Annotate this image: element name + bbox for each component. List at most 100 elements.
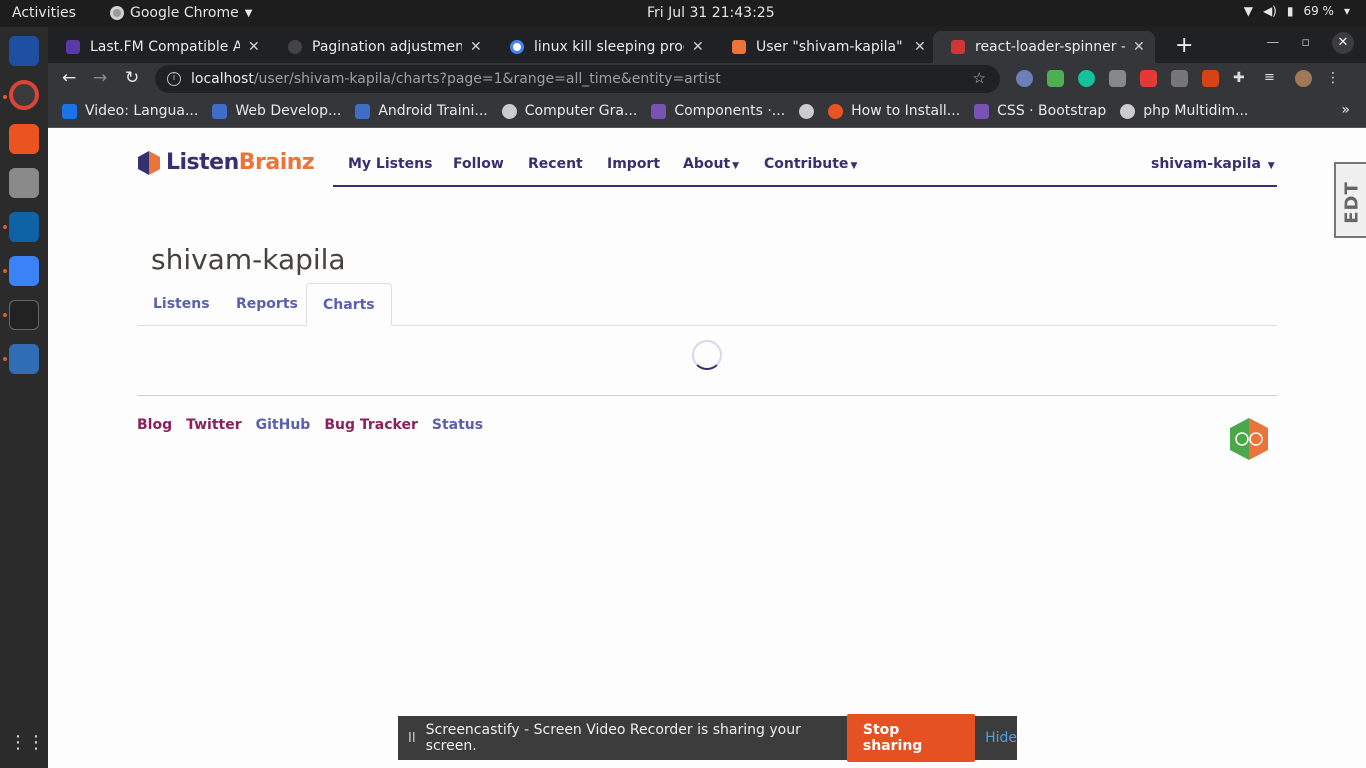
bookmark[interactable]: Components ·... <box>651 103 785 119</box>
bookmark[interactable]: Video: Langua... <box>62 103 198 119</box>
pause-icon: II <box>408 730 416 746</box>
npm-icon <box>951 40 965 54</box>
bookmark-label: Components ·... <box>674 103 786 119</box>
edt-badge-label: EDT <box>1341 181 1363 224</box>
bookmark[interactable]: Computer Gra... <box>501 103 638 119</box>
new-tab-button[interactable]: + <box>1175 33 1193 58</box>
browser-tab[interactable]: Last.FM Compatible AP ✕ <box>48 31 270 63</box>
status-area[interactable]: ▼ ◀) ▮ 69 % ▾ <box>1244 4 1350 18</box>
address-bar[interactable]: i localhost/user/shivam-kapila/charts?pa… <box>155 65 1000 93</box>
bookmark[interactable]: How to Install... <box>828 103 960 119</box>
dock: ⋮⋮ <box>0 27 48 768</box>
running-indicator <box>3 225 7 229</box>
nav-my-listens[interactable]: My Listens <box>348 156 432 172</box>
bookmark[interactable]: Web Develop... <box>212 103 341 119</box>
nav-import[interactable]: Import <box>607 156 660 172</box>
close-icon[interactable]: ✕ <box>914 39 926 55</box>
chrome-dock-icon[interactable] <box>9 80 39 110</box>
browser-tab-active[interactable]: react-loader-spinner - n ✕ <box>933 31 1155 63</box>
caret-down-icon: ▼ <box>732 161 740 171</box>
star-icon[interactable]: ☆ <box>973 69 986 87</box>
stop-sharing-button[interactable]: Stop sharing <box>846 714 976 762</box>
logo-text-brainz: Brainz <box>238 150 315 175</box>
show-apps-icon[interactable]: ⋮⋮ <box>9 732 45 762</box>
nav-about[interactable]: About ▼ <box>683 156 739 172</box>
grammarly-icon[interactable] <box>1078 70 1095 87</box>
metabrainz-icon[interactable] <box>1230 418 1268 460</box>
footer-links: Blog Twitter GitHub Bug Tracker Status <box>137 417 483 433</box>
footer-twitter-link[interactable]: Twitter <box>186 417 242 433</box>
edt-extension-badge[interactable]: EDT <box>1334 162 1366 238</box>
nav-contribute[interactable]: Contribute ▼ <box>764 156 857 172</box>
bookmark-label: How to Install... <box>851 103 961 119</box>
screencastify-sharing-bar: II Screencastify - Screen Video Recorder… <box>398 714 1017 762</box>
cloud-icon[interactable] <box>9 256 39 286</box>
firefox-icon[interactable] <box>9 36 39 66</box>
bookmark-label: Android Traini... <box>378 103 488 119</box>
bookmark-label: CSS · Bootstrap <box>997 103 1107 119</box>
software-icon[interactable] <box>9 124 39 154</box>
url-host: localhost <box>191 71 254 87</box>
close-icon[interactable]: ✕ <box>470 39 482 55</box>
terminal-icon[interactable] <box>9 300 39 330</box>
bookmark[interactable] <box>799 103 815 119</box>
close-icon[interactable]: ✕ <box>692 39 704 55</box>
browser-tab[interactable]: Pagination adjustment ✕ <box>270 31 492 63</box>
close-window-icon[interactable]: ✕ <box>1332 32 1354 54</box>
bookmark[interactable]: CSS · Bootstrap <box>974 103 1106 119</box>
bookmark[interactable]: php Multidim... <box>1120 103 1248 119</box>
tab-reports[interactable]: Reports <box>220 283 314 326</box>
battery-percent: 69 % <box>1303 4 1334 18</box>
bookmarks-more-button[interactable]: » <box>1341 102 1350 118</box>
reload-icon[interactable]: ↻ <box>125 68 139 88</box>
extension-icon[interactable] <box>1109 70 1126 87</box>
extension-icon[interactable] <box>1047 70 1064 87</box>
app-menu[interactable]: Google Chrome ▼ <box>110 5 252 21</box>
forward-icon[interactable]: → <box>93 68 107 88</box>
vscode-icon[interactable] <box>9 212 39 242</box>
avatar[interactable] <box>1295 70 1312 87</box>
caret-down-icon: ▼ <box>850 161 858 171</box>
extension-icon[interactable] <box>1202 70 1219 87</box>
extension-icon[interactable] <box>1171 70 1188 87</box>
tab-title: User "shivam-kapila" - L <box>756 39 906 55</box>
bookmark-label: Video: Langua... <box>85 103 199 119</box>
close-icon[interactable]: ✕ <box>1133 39 1145 55</box>
info-icon[interactable]: i <box>167 72 181 86</box>
browser-tab[interactable]: User "shivam-kapila" - L ✕ <box>714 31 936 63</box>
globe-icon <box>799 103 815 119</box>
tab-charts[interactable]: Charts <box>306 283 392 326</box>
hide-button[interactable]: Hide <box>985 730 1017 746</box>
nav-follow[interactable]: Follow <box>453 156 504 172</box>
puzzle-icon[interactable]: ✚ <box>1233 70 1250 87</box>
text-editor-icon[interactable] <box>9 344 39 374</box>
listenbrainz-logo[interactable]: ListenBrainz <box>138 150 315 175</box>
google-icon <box>510 40 524 54</box>
logo-mark-icon <box>138 150 160 175</box>
tab-title: Last.FM Compatible AP <box>90 39 240 55</box>
browser-tab[interactable]: linux kill sleeping proce ✕ <box>492 31 714 63</box>
minimize-icon[interactable]: — <box>1266 35 1279 54</box>
screencastify-icon[interactable] <box>1140 70 1157 87</box>
activities-button[interactable]: Activities <box>12 5 76 21</box>
bookmark-icon <box>62 103 77 119</box>
footer-blog-link[interactable]: Blog <box>137 417 172 433</box>
nav-recent[interactable]: Recent <box>528 156 583 172</box>
footer-status-link[interactable]: Status <box>432 417 483 433</box>
close-icon[interactable]: ✕ <box>248 39 260 55</box>
clock[interactable]: Fri Jul 31 21:43:25 <box>647 5 775 21</box>
media-icon[interactable]: ≡ <box>1264 70 1281 87</box>
page-content: ListenBrainz My Listens Follow Recent Im… <box>48 128 1366 768</box>
files-icon[interactable] <box>9 168 39 198</box>
bookmark[interactable]: Android Traini... <box>355 103 488 119</box>
tab-listens[interactable]: Listens <box>137 283 226 326</box>
menu-icon[interactable]: ⋮ <box>1326 70 1343 87</box>
bookmark-label: Computer Gra... <box>524 103 638 119</box>
extension-icon[interactable] <box>1016 70 1033 87</box>
user-menu[interactable]: shivam-kapila ▼ <box>1151 156 1275 172</box>
back-icon[interactable]: ← <box>62 68 76 88</box>
footer-bug-tracker-link[interactable]: Bug Tracker <box>324 417 418 433</box>
running-indicator <box>3 269 7 273</box>
maximize-icon[interactable]: ▫ <box>1301 35 1310 54</box>
footer-github-link[interactable]: GitHub <box>256 417 311 433</box>
